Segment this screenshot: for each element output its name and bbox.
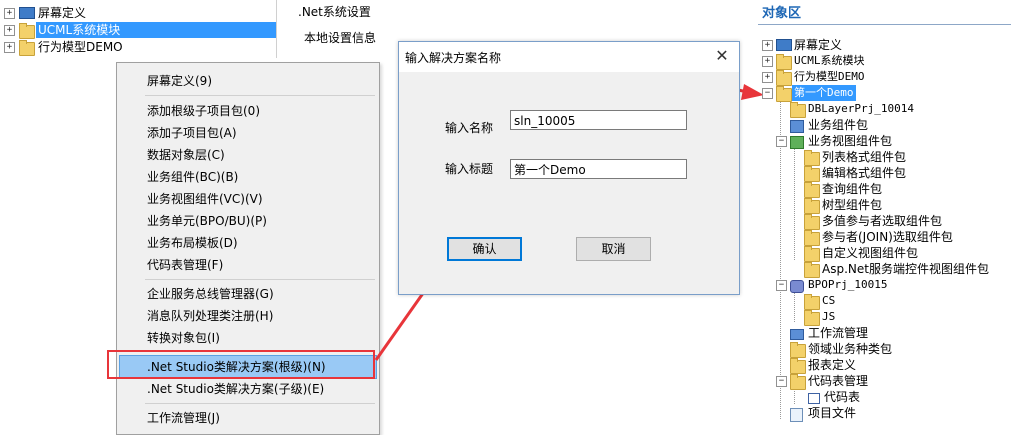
folder-icon [804, 182, 820, 198]
expand-icon[interactable]: + [762, 56, 773, 67]
view-component-icon [790, 136, 804, 149]
tree-label: 树型组件包 [822, 198, 883, 212]
collapse-icon[interactable]: − [776, 280, 787, 291]
panel-divider [758, 24, 1011, 25]
tree-label: CS [822, 294, 836, 307]
tree-label: DBLayerPrj_10014 [808, 102, 914, 115]
title-input[interactable]: 第一个Demo [510, 159, 687, 179]
tree-guide [780, 102, 781, 419]
cancel-button[interactable]: 取消 [576, 237, 651, 261]
component-icon [790, 120, 804, 133]
folder-icon [804, 310, 820, 326]
tree-label: 查询组件包 [822, 182, 883, 196]
collapse-icon[interactable]: − [762, 88, 773, 99]
tree-label: 行为模型DEMO [794, 70, 865, 83]
tree-label: 代码表管理 [808, 374, 869, 388]
tree-label: 报表定义 [808, 358, 857, 372]
folder-icon [776, 86, 792, 102]
folder-icon [790, 358, 806, 374]
title-label: 输入标题 [445, 162, 494, 176]
tree-label: 业务视图组件包 [808, 134, 893, 148]
db-package-icon [790, 102, 806, 118]
folder-icon [804, 166, 820, 182]
tree-label: 多值参与者选取组件包 [822, 214, 943, 228]
workflow-icon [790, 329, 804, 340]
folder-icon [804, 294, 820, 310]
folder-icon [776, 54, 792, 70]
object-tree: + 屏幕定义 + UCML系统模块 + 行为模型DEMO − 第一个Demo D… [758, 30, 1011, 430]
folder-icon [804, 230, 820, 246]
tree-label: UCML系统模块 [794, 54, 865, 67]
gear-icon [790, 280, 804, 293]
ok-button[interactable]: 确认 [447, 237, 522, 261]
tree-label: 工作流管理 [808, 326, 869, 340]
tree-guide [794, 292, 795, 322]
tree-label: BPOPrj_10015 [808, 278, 888, 291]
tree-label: 领域业务种类包 [808, 342, 893, 356]
dialog-titlebar: 输入解决方案名称 ✕ [399, 42, 739, 72]
expand-icon[interactable]: + [762, 40, 773, 51]
name-input[interactable]: sln_10005 [510, 110, 687, 130]
tree-label: Asp.Net服务端控件视图组件包 [822, 262, 989, 276]
expand-icon[interactable]: + [762, 72, 773, 83]
folder-icon [804, 198, 820, 214]
tree-label: 参与者(JOIN)选取组件包 [822, 230, 953, 244]
screen-icon [776, 39, 792, 51]
object-panel-title: 对象区 [762, 6, 802, 21]
tree-guide [794, 148, 795, 260]
collapse-icon[interactable]: − [776, 136, 787, 147]
tree-label: 自定义视图组件包 [822, 246, 919, 260]
tree-label: 列表格式组件包 [822, 150, 907, 164]
domain-icon [790, 342, 806, 358]
tree-label: 项目文件 [808, 406, 857, 420]
folder-icon [804, 262, 820, 278]
document-icon [790, 408, 803, 422]
solution-name-dialog: 输入解决方案名称 ✕ 输入名称 sln_10005 输入标题 第一个Demo 确… [398, 41, 740, 295]
tree-guide [794, 388, 795, 404]
folder-icon [804, 150, 820, 166]
behavior-icon [776, 70, 792, 86]
collapse-icon[interactable]: − [776, 376, 787, 387]
folder-icon [790, 374, 806, 390]
tree-label: 屏幕定义 [794, 38, 843, 52]
table-icon [808, 393, 820, 404]
folder-icon [804, 246, 820, 262]
folder-icon [804, 214, 820, 230]
close-icon[interactable]: ✕ [713, 47, 731, 65]
tree-label: JS [822, 310, 836, 323]
tree-label: 业务组件包 [808, 118, 869, 132]
dialog-title: 输入解决方案名称 [405, 51, 502, 65]
tree-label: 代码表 [824, 390, 861, 404]
tree-label: 第一个Demo [792, 85, 856, 101]
tree-label: 编辑格式组件包 [822, 166, 907, 180]
name-label: 输入名称 [445, 121, 494, 135]
